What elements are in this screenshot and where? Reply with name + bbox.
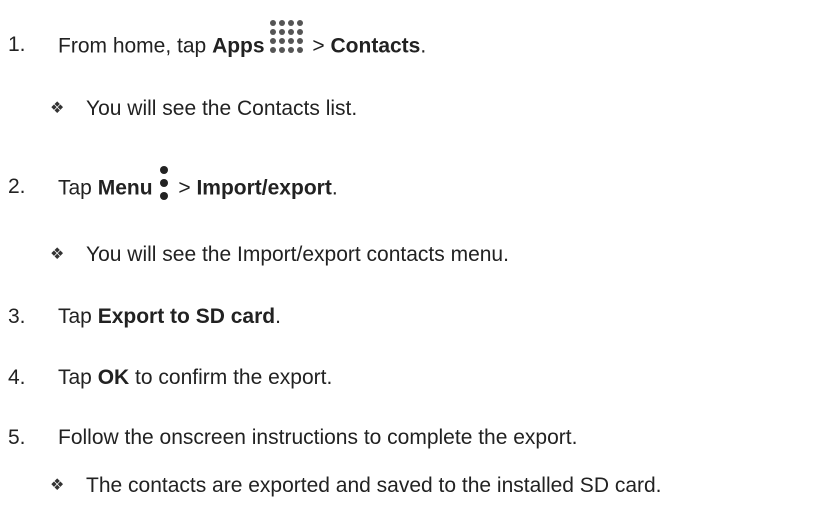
step-text: Tap Menu > Import/export. [58, 166, 338, 207]
step-text-pre: From home, tap [58, 34, 213, 58]
step-number: 1. [8, 33, 26, 56]
step-text: From home, tap Apps > Contacts. [58, 20, 427, 65]
step-text-pre: Tap [58, 305, 98, 328]
step-text: Tap Export to SD card. [58, 301, 281, 333]
diamond-bullet-icon: ❖ [50, 477, 65, 494]
step-text-post: . [331, 176, 338, 200]
step-text-pre: Tap [58, 366, 98, 389]
diamond-bullet-icon: ❖ [50, 246, 65, 263]
export-sd-label: Export to SD card [97, 305, 276, 328]
step-text-mid: > [306, 34, 331, 58]
step-text-post: . [420, 34, 427, 58]
menu-dots-icon [159, 166, 168, 200]
contacts-label: Contacts [330, 34, 421, 58]
step-text-post: . [275, 305, 281, 328]
step-number: 3. [8, 305, 26, 328]
step-number: 4. [8, 366, 26, 389]
apps-grid-icon [269, 20, 303, 53]
step-number: 2. [8, 175, 26, 198]
step-text: Follow the onscreen instructions to comp… [58, 426, 578, 449]
result-text: The contacts are exported and saved to t… [86, 474, 662, 497]
import-export-label: Import/export [196, 176, 332, 200]
result-text: You will see the Import/export contacts … [86, 243, 509, 266]
step-text: Tap OK to confirm the export. [58, 362, 332, 394]
step-number: 5. [8, 426, 26, 449]
menu-label: Menu [97, 176, 153, 200]
diamond-bullet-icon: ❖ [50, 100, 65, 117]
step-text-pre: Tap [58, 176, 98, 200]
step-text-post: to confirm the export. [129, 366, 333, 389]
step-text-mid: > [172, 176, 197, 200]
apps-label: Apps [212, 34, 265, 58]
result-text: You will see the Contacts list. [86, 97, 358, 120]
ok-label: OK [97, 366, 130, 389]
